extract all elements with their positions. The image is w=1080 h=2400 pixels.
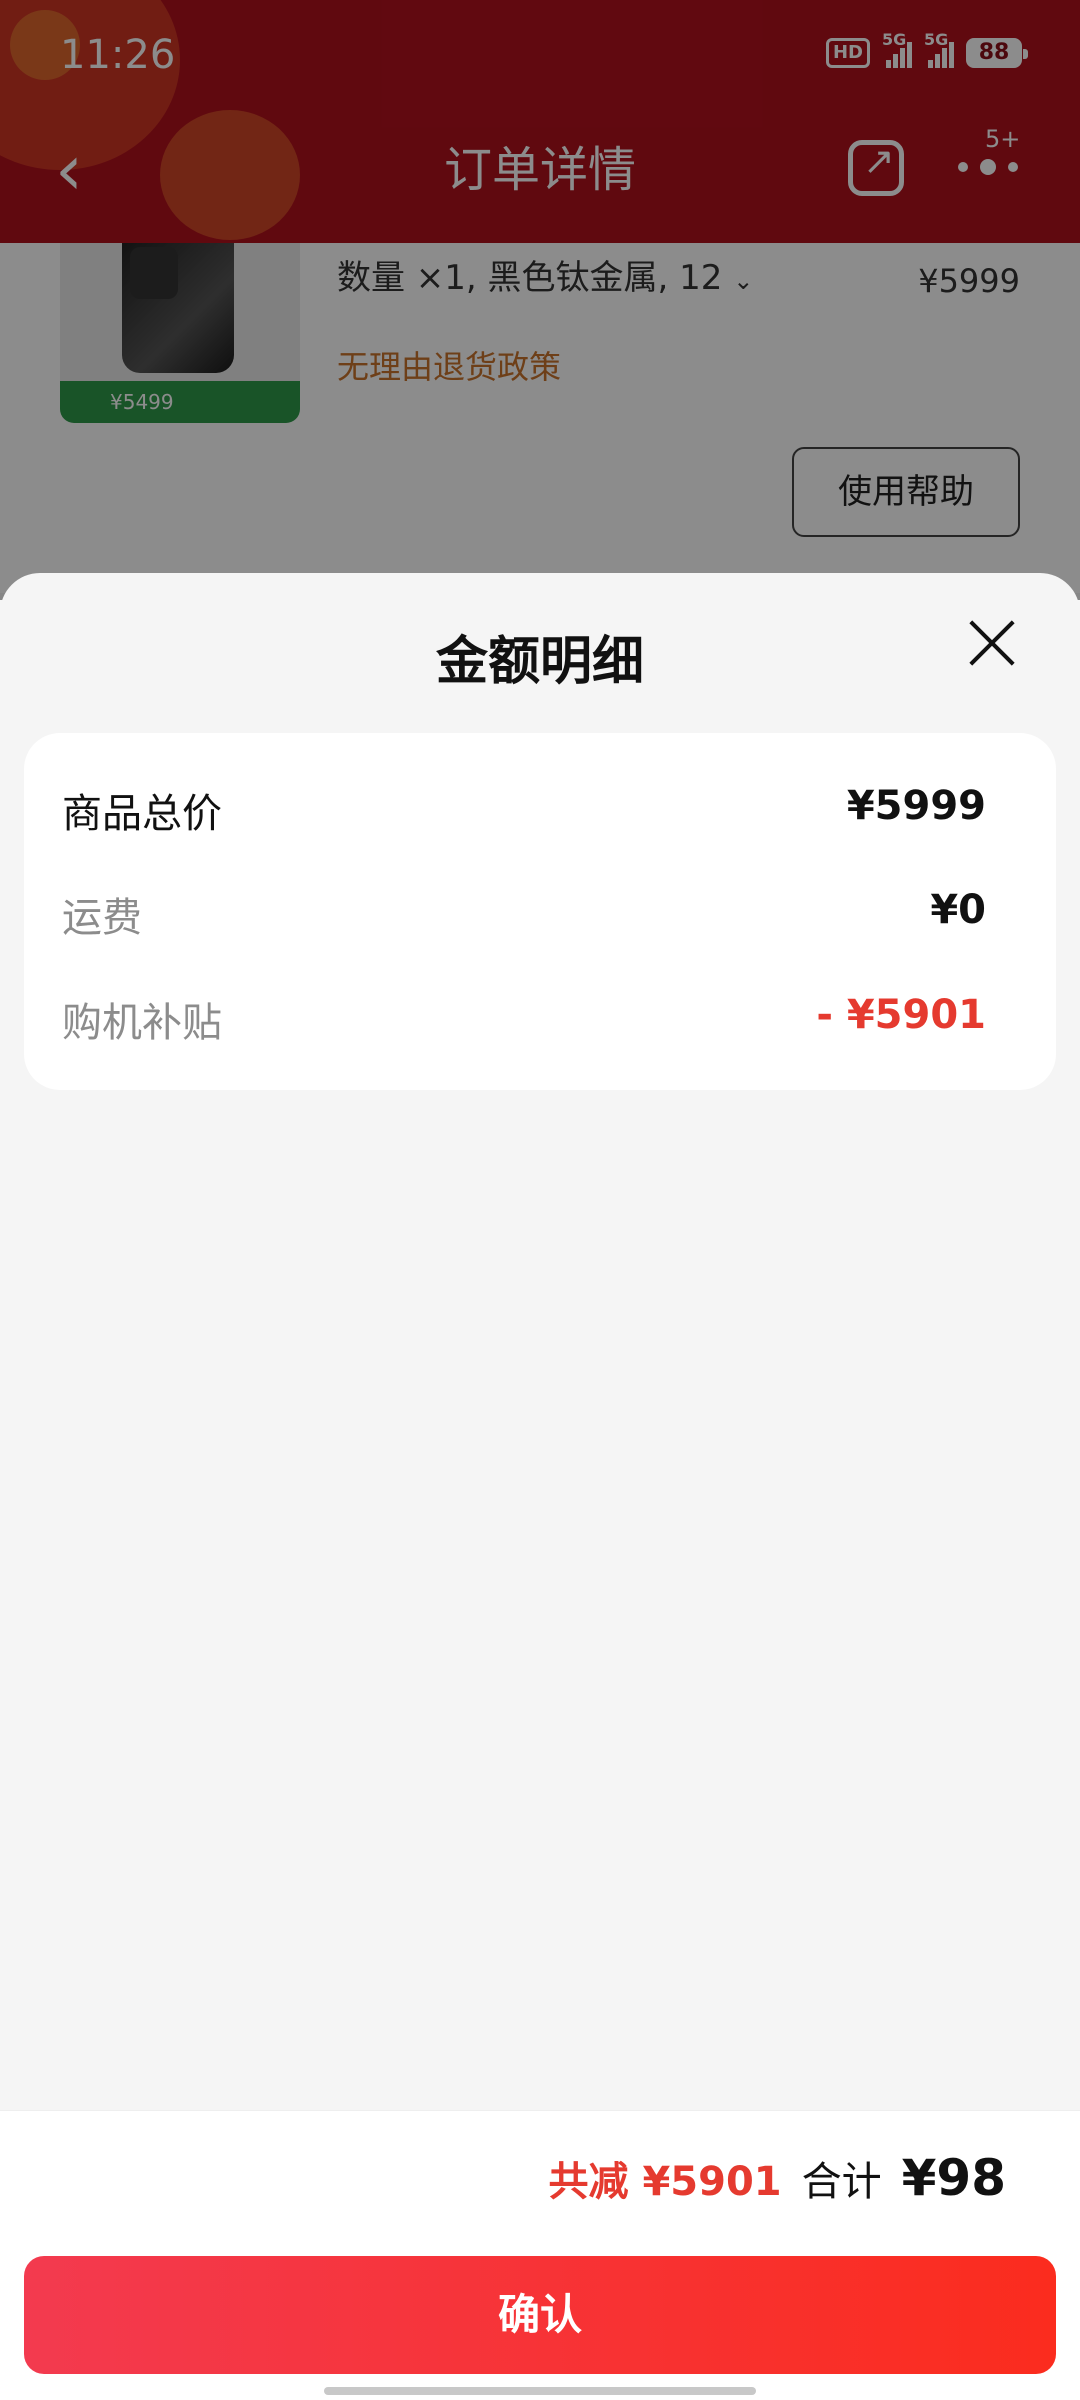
detail-value: - ¥5901 [816, 992, 986, 1038]
close-icon[interactable] [960, 613, 1024, 677]
detail-row-shipping: 运费 ¥0 [24, 871, 1056, 951]
total-label: 合计 [801, 2159, 882, 2205]
bottom-bar: 共减 ¥5901 合计 ¥98 确认 [0, 2110, 1080, 2400]
detail-row-subtotal: 商品总价 ¥5999 [24, 767, 1056, 847]
home-indicator[interactable] [324, 2387, 756, 2395]
detail-value: ¥0 [930, 887, 986, 933]
totals: 共减 ¥5901 合计 ¥98 [549, 2149, 1006, 2207]
total-value: ¥98 [901, 2149, 1006, 2207]
detail-label: 运费 [62, 895, 142, 941]
dim-overlay[interactable] [0, 0, 1080, 600]
detail-value: ¥5999 [846, 783, 986, 829]
confirm-button[interactable]: 确认 [24, 2256, 1056, 2374]
detail-label: 购机补贴 [62, 1000, 222, 1046]
detail-row-subsidy: 购机补贴 - ¥5901 [24, 976, 1056, 1056]
sheet-title: 金额明细 [435, 632, 644, 692]
saved-amount: 共减 ¥5901 [548, 2159, 782, 2205]
amount-detail-card: 商品总价 ¥5999 运费 ¥0 购机补贴 - ¥5901 [24, 733, 1056, 1090]
detail-label: 商品总价 [62, 791, 222, 837]
